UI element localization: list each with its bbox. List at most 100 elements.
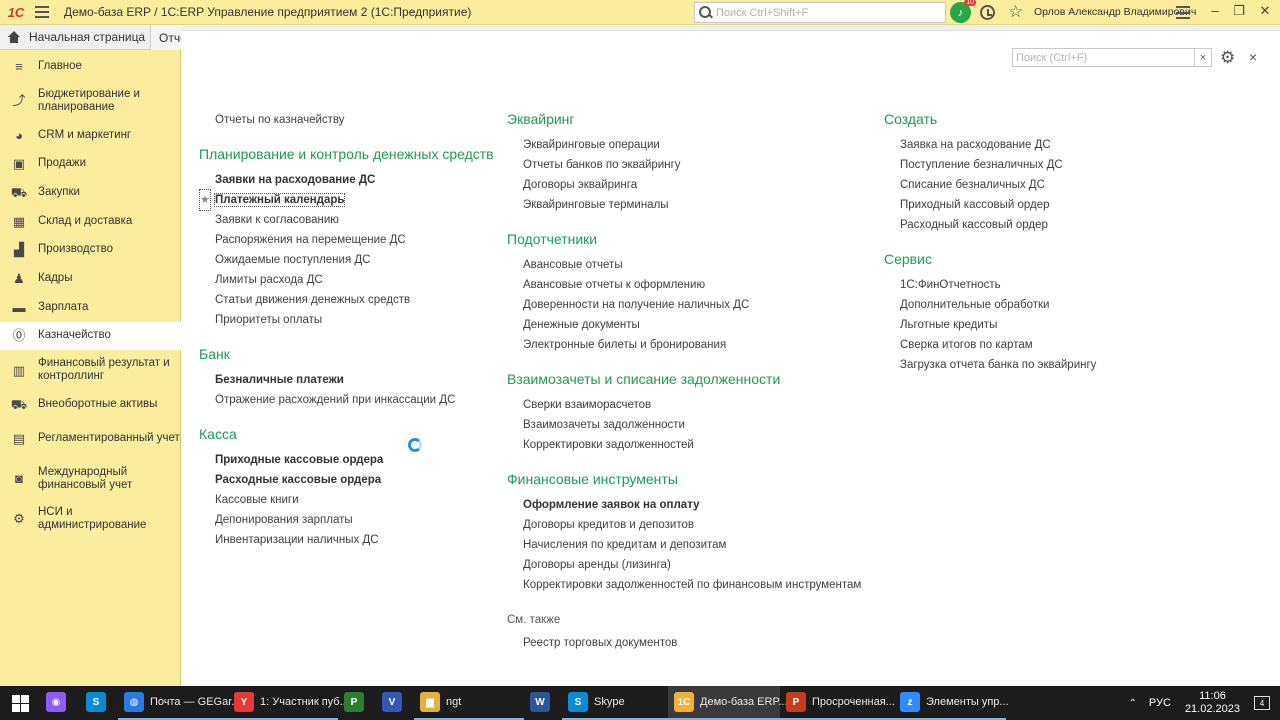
main-menu-icon[interactable] <box>32 0 52 25</box>
windows-start-icon[interactable] <box>0 686 40 720</box>
service-link[interactable]: Загрузка отчета банка по эквайрингу <box>884 355 1184 375</box>
sidebar-item-6[interactable]: ▟ Производство <box>0 235 181 264</box>
sidebar-item-10[interactable]: ▥ Финансовый результат и контроллинг <box>0 350 181 390</box>
panel-close-icon[interactable]: × <box>1249 49 1257 65</box>
planning-link[interactable]: Лимиты расхода ДС <box>199 270 499 290</box>
sidebar-item-2[interactable]: ◕ CRM и маркетинг <box>0 121 181 150</box>
language-indicator[interactable]: РУС <box>1149 697 1171 709</box>
taskbar-app-7[interactable]: W <box>524 686 562 720</box>
global-search-input[interactable]: Поиск Ctrl+Shift+F <box>694 2 946 23</box>
planning-link[interactable]: Приоритеты оплаты <box>199 310 499 330</box>
taskbar-app-1[interactable]: S <box>80 686 118 720</box>
planning-link[interactable]: Заявки на расходование ДС <box>199 170 499 190</box>
cash-link[interactable]: Приходные кассовые ордера <box>199 450 499 470</box>
planning-link[interactable]: Распоряжения на перемещение ДС <box>199 230 499 250</box>
user-name[interactable]: Орлов Александр Владимирович <box>1034 6 1196 18</box>
sidebar-item-12[interactable]: ▤ Регламентированный учет <box>0 419 181 459</box>
taskbar-apps: ◉ S ◍ Почта — GEGar... Y 1: Участник пуб... P V… <box>40 686 1009 720</box>
taskbar-app-0[interactable]: ◉ <box>40 686 80 720</box>
acq-link[interactable]: Эквайринговые операции <box>507 135 877 155</box>
link-treasury-reports[interactable]: Отчеты по казначейству <box>199 110 499 130</box>
create-link[interactable]: Приходный кассовый ордер <box>884 195 1184 215</box>
taskbar-app-4[interactable]: P <box>338 686 376 720</box>
group-title-acquiring: Эквайринг <box>507 111 575 127</box>
sidebar-item-8[interactable]: ▬ Зарплата <box>0 293 181 322</box>
planning-link[interactable]: ★ Платежный календарь <box>199 189 499 211</box>
sidebar-item-13[interactable]: ◙ Международный финансовый учет <box>0 459 181 499</box>
clear-search-icon[interactable]: × <box>1194 49 1211 66</box>
link-label: Заявка на расходование ДС <box>900 139 1051 151</box>
sidebar-item-9[interactable]: ⓪ Казначейство <box>0 321 181 351</box>
planning-link[interactable]: Статьи движения денежных средств <box>199 290 499 310</box>
cash-link[interactable]: Депонирования зарплаты <box>199 510 499 530</box>
create-link[interactable]: Поступление безналичных ДС <box>884 155 1184 175</box>
planning-link[interactable]: Заявки к согласованию <box>199 210 499 230</box>
accountable-link[interactable]: Авансовые отчеты <box>507 255 877 275</box>
loading-spinner-icon <box>408 438 422 452</box>
taskbar-app-9[interactable]: 1С Демо-база ERP... <box>668 686 788 720</box>
action-center-icon[interactable]: 4 <box>1254 696 1270 710</box>
acq-link[interactable]: Эквайринговые терминалы <box>507 195 877 215</box>
bank-link[interactable]: Отражение расхождений при инкассации ДС <box>199 390 499 410</box>
service-link[interactable]: Сверка итогов по картам <box>884 335 1184 355</box>
taskbar-app-8[interactable]: S Skype <box>562 686 668 720</box>
acq-link[interactable]: Отчеты банков по эквайрингу <box>507 155 877 175</box>
sidebar-item-3[interactable]: ▣ Продажи <box>0 149 181 178</box>
fin-link[interactable]: Договоры кредитов и депозитов <box>507 515 877 535</box>
window-close-button[interactable]: ✕ <box>1254 3 1276 19</box>
planning-link[interactable]: Ожидаемые поступления ДС <box>199 250 499 270</box>
cash-link[interactable]: Инвентаризации наличных ДС <box>199 530 499 550</box>
clock[interactable]: 11:06 21.02.2023 <box>1185 690 1240 716</box>
see-link[interactable]: Реестр торговых документов <box>507 633 877 653</box>
panel-search-input[interactable]: Поиск (Ctrl+F) × <box>1012 48 1212 67</box>
settlements-link[interactable]: Сверки взаиморасчетов <box>507 395 877 415</box>
sidebar-item-4[interactable]: ⛟ Закупки <box>0 178 181 207</box>
sidebar-item-11[interactable]: ⛟ Внеоборотные активы <box>0 390 181 419</box>
taskbar-app-2[interactable]: ◍ Почта — GEGar... <box>118 686 240 720</box>
tab-home[interactable]: Начальная страница <box>0 25 150 50</box>
bank-link[interactable]: Безналичные платежи <box>199 370 499 390</box>
acq-link[interactable]: Договоры эквайринга <box>507 175 877 195</box>
cash-link[interactable]: Расходные кассовые ордера <box>199 470 499 490</box>
accountable-link[interactable]: Электронные билеты и бронирования <box>507 335 877 355</box>
sidebar-item-0[interactable]: ≡ Главное <box>0 52 181 81</box>
taskbar-app-5[interactable]: V <box>376 686 414 720</box>
tab-report[interactable]: Отчет <box>150 25 181 50</box>
fin-link[interactable]: Корректировки задолженностей по финансов… <box>507 575 877 595</box>
tray-chevron-icon[interactable]: ⌃ <box>1129 698 1137 709</box>
settlements-link[interactable]: Корректировки задолженностей <box>507 435 877 455</box>
service-link[interactable]: Дополнительные обработки <box>884 295 1184 315</box>
sidebar-item-5[interactable]: ▦ Склад и доставка <box>0 207 181 236</box>
create-link[interactable]: Заявка на расходование ДС <box>884 135 1184 155</box>
service-link[interactable]: 1С:ФинОтчетность <box>884 275 1184 295</box>
favorites-star-icon[interactable]: ☆ <box>1008 2 1023 22</box>
create-link[interactable]: Списание безналичных ДС <box>884 175 1184 195</box>
notifications-bell-icon[interactable]: ♪ 10 <box>950 0 976 23</box>
panel-settings-gear-icon[interactable]: ⚙ <box>1220 48 1235 68</box>
fin-link[interactable]: Начисления по кредитам и депозитам <box>507 535 877 555</box>
column-acquiring: Эквайринг Эквайринговые операции Отчеты б… <box>507 110 877 653</box>
taskbar-app-3[interactable]: Y 1: Участник пуб... <box>228 686 349 720</box>
column-treasury: Отчеты по казначейству Планирование и ко… <box>199 110 499 550</box>
fin-link[interactable]: Договоры аренды (лизинга) <box>507 555 877 575</box>
fin-link[interactable]: Оформление заявок на оплату <box>507 495 877 515</box>
create-link[interactable]: Расходный кассовый ордер <box>884 215 1184 235</box>
history-icon[interactable] <box>980 5 995 20</box>
sidebar-item-14[interactable]: ⚙ НСИ и администрирование <box>0 499 181 539</box>
favorite-star-icon[interactable]: ★ <box>199 189 211 211</box>
cash-link[interactable]: Кассовые книги <box>199 490 499 510</box>
settings-menu-icon[interactable] <box>1176 6 1190 19</box>
accountable-link[interactable]: Авансовые отчеты к оформлению <box>507 275 877 295</box>
accountable-link[interactable]: Доверенности на получение наличных ДС <box>507 295 877 315</box>
taskbar-app-6[interactable]: ▆ ngt <box>414 686 524 720</box>
taskbar-app-11[interactable]: z Элементы упр... <box>894 686 1009 720</box>
sidebar-item-7[interactable]: ♟ Кадры <box>0 264 181 293</box>
settlements-link[interactable]: Взаимозачеты задолженности <box>507 415 877 435</box>
taskbar-app-10[interactable]: P Просроченная... <box>780 686 895 720</box>
minimize-button[interactable]: – <box>1204 3 1226 18</box>
restore-button[interactable]: ❐ <box>1228 3 1250 19</box>
accountable-link[interactable]: Денежные документы <box>507 315 877 335</box>
sidebar-item-1[interactable]: ⤴ Бюджетирование и планирование <box>0 81 181 121</box>
link-label: Авансовые отчеты к оформлению <box>523 279 706 291</box>
service-link[interactable]: Льготные кредиты <box>884 315 1184 335</box>
